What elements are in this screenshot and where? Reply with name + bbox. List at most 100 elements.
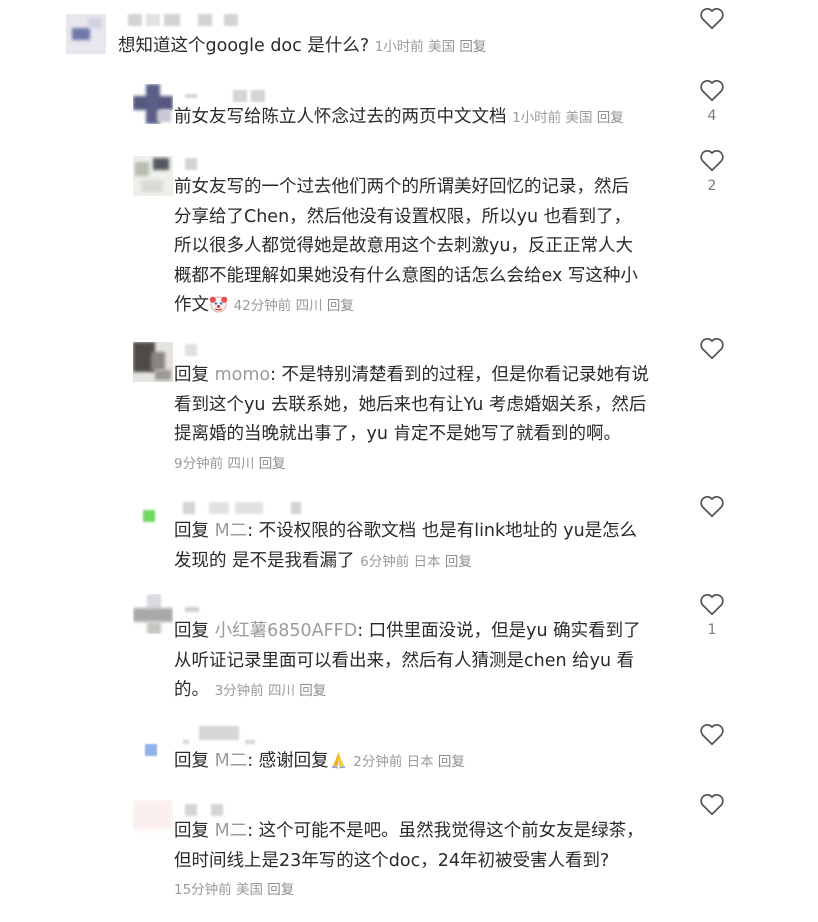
comment-line: 作文 — [174, 295, 209, 315]
comment-first-line: 回复 M二: 感谢回复 2分钟前 日本 回复 — [174, 747, 465, 778]
heart-icon — [700, 337, 724, 360]
username-blurred[interactable] — [185, 604, 245, 618]
heart-icon — [700, 495, 724, 518]
comment-text: 回复 M二: 感谢回复 2分钟前 日本 回复 — [174, 747, 465, 778]
username-blurred[interactable] — [165, 502, 305, 516]
comment-meta: 1小时前 美国 回复 — [375, 39, 487, 55]
reply-button[interactable]: 回复 — [438, 754, 465, 770]
timestamp: 1小时前 — [374, 39, 424, 55]
like-button[interactable]: 1 — [697, 592, 727, 638]
comment-line: 发现的 是不是我看漏了 — [174, 550, 355, 571]
location: 美国 — [428, 39, 456, 55]
comment-line: : 不设权限的谷歌文档 也是有link地址的 yu是怎么 — [247, 521, 638, 541]
comment-meta: 2分钟前 日本 回复 — [353, 754, 465, 770]
timestamp: 9分钟前 — [174, 455, 224, 472]
comment-last-line: 作文 42分钟前 四川 回复 — [174, 291, 638, 322]
avatar[interactable] — [66, 14, 106, 54]
location: 日本 — [406, 754, 434, 770]
comment-body: 前女友写给陈立人怀念过去的两页中文文档 — [174, 107, 507, 127]
comment-line: 但时间线上是23年写的这个doc，24年初被受害人看到? — [174, 850, 610, 871]
heart-icon — [700, 79, 724, 102]
avatar[interactable] — [133, 730, 173, 770]
comment-item: 回复 小红薯6850AFFD: 口供里面没说，但是yu 确实看到了 从听证记录里… — [0, 592, 818, 712]
clown-face-icon — [209, 296, 228, 313]
like-button[interactable] — [697, 792, 727, 822]
comment-meta: 1小时前 美国 回复 — [512, 110, 624, 126]
location: 四川 — [227, 455, 255, 472]
reply-prefix: 回复 — [174, 821, 215, 841]
heart-icon — [700, 593, 724, 616]
like-button[interactable] — [697, 494, 727, 524]
username-blurred[interactable] — [185, 804, 245, 818]
like-button[interactable] — [697, 336, 727, 366]
like-button[interactable] — [697, 6, 727, 36]
heart-icon — [700, 7, 724, 30]
reply-prefix: 回复 — [174, 521, 215, 541]
reply-prefix: 回复 — [174, 621, 215, 641]
comment-line: 前女友写的一个过去他们两个的所谓美好回忆的记录，然后 — [174, 177, 629, 197]
avatar[interactable] — [133, 342, 173, 382]
username-blurred[interactable] — [185, 90, 305, 104]
comment-text: 想知道这个google doc 是什么? 1小时前 美国 回复 — [118, 32, 486, 63]
comment-item: 回复 M二: 这个可能不是吧。虽然我觉得这个前女友是绿茶， 但时间线上是23年写… — [0, 792, 818, 918]
comment-item: 回复 momo: 不是特别清楚看到的过程，但是你看记录她有说 看到这个yu 去联… — [0, 334, 818, 484]
location: 四川 — [295, 298, 323, 314]
comment-item: 回复 M二: 不设权限的谷歌文档 也是有link地址的 yu是怎么 发现的 是不… — [0, 492, 818, 582]
comment-item: 前女友写的一个过去他们两个的所谓美好回忆的记录，然后 分享给了Chen，然后他没… — [0, 146, 818, 326]
timestamp: 1小时前 — [512, 110, 562, 126]
comment-line: 概都不能理解如果她没有什么意图的话怎么会给ex 写这种小 — [174, 265, 638, 286]
reply-button[interactable]: 回复 — [459, 39, 486, 55]
comment-text: 回复 M二: 这个可能不是吧。虽然我觉得这个前女友是绿茶， 但时间线上是23年写… — [174, 817, 644, 906]
comment-body: 想知道这个google doc 是什么? — [118, 36, 370, 56]
reply-prefix: 回复 — [174, 365, 215, 385]
username-blurred[interactable] — [185, 344, 245, 358]
reply-button[interactable]: 回复 — [259, 456, 286, 472]
avatar[interactable] — [133, 156, 173, 196]
comment-item: 想知道这个google doc 是什么? 1小时前 美国 回复 — [0, 0, 818, 62]
like-count: 4 — [707, 108, 717, 124]
comment-line: 分享给了Chen，然后他没有设置权限，所以yu 也看到了， — [174, 206, 632, 227]
comment-first-line: 回复 M二: 不设权限的谷歌文档 也是有link地址的 yu是怎么 — [174, 517, 637, 547]
like-button[interactable]: 2 — [697, 148, 727, 194]
comment-line: : 不是特别清楚看到的过程，但是你看记录她有说 — [270, 365, 650, 385]
folded-hands-icon — [331, 751, 345, 769]
username-blurred[interactable] — [185, 158, 245, 172]
location: 美国 — [565, 110, 593, 126]
comment-last-line: 的。 3分钟前 四川 回复 — [174, 676, 641, 707]
avatar[interactable] — [133, 84, 173, 124]
reply-button[interactable]: 回复 — [597, 110, 624, 126]
comment-line: : 口供里面没说，但是yu 确实看到了 — [357, 621, 641, 641]
comment-line: 的。 — [174, 680, 209, 700]
timestamp: 42分钟前 — [233, 298, 292, 314]
reply-button[interactable]: 回复 — [299, 683, 326, 699]
timestamp: 6分钟前 — [360, 553, 410, 570]
mention-link[interactable]: M二 — [215, 821, 248, 841]
comment-first-line: 回复 M二: 这个可能不是吧。虽然我觉得这个前女友是绿茶， — [174, 817, 644, 847]
avatar[interactable] — [133, 594, 173, 634]
comment-item: 回复 M二: 感谢回复 2分钟前 日本 回复 — [0, 722, 818, 784]
heart-icon — [700, 793, 724, 816]
mention-link[interactable]: 小红薯6850AFFD — [215, 621, 358, 641]
avatar[interactable] — [133, 800, 173, 840]
mention-link[interactable]: M二 — [215, 751, 248, 771]
like-button[interactable] — [697, 722, 727, 752]
comment-meta: 3分钟前 四川 回复 — [215, 683, 327, 699]
comment-text: 回复 M二: 不设权限的谷歌文档 也是有link地址的 yu是怎么 发现的 是不… — [174, 517, 637, 577]
like-count: 1 — [707, 622, 717, 638]
location: 四川 — [267, 683, 295, 699]
comment-text: 回复 小红薯6850AFFD: 口供里面没说，但是yu 确实看到了 从听证记录里… — [174, 617, 641, 707]
reply-button[interactable]: 回复 — [445, 554, 472, 570]
mention-link[interactable]: M二 — [215, 521, 248, 541]
username-blurred[interactable] — [175, 726, 315, 744]
reply-button[interactable]: 回复 — [327, 298, 354, 314]
comment-line: : 感谢回复 — [247, 751, 329, 771]
reply-button[interactable]: 回复 — [267, 882, 294, 898]
timestamp: 2分钟前 — [353, 754, 403, 770]
mention-link[interactable]: momo — [215, 365, 271, 385]
comment-text: 前女友写的一个过去他们两个的所谓美好回忆的记录，然后 分享给了Chen，然后他没… — [174, 173, 638, 322]
comment-text: 前女友写给陈立人怀念过去的两页中文文档 1小时前 美国 回复 — [174, 103, 624, 134]
like-button[interactable]: 4 — [697, 78, 727, 124]
comment-last-line: 发现的 是不是我看漏了 6分钟前 日本 回复 — [174, 547, 637, 578]
username-blurred[interactable] — [128, 14, 248, 28]
heart-icon — [700, 723, 724, 746]
